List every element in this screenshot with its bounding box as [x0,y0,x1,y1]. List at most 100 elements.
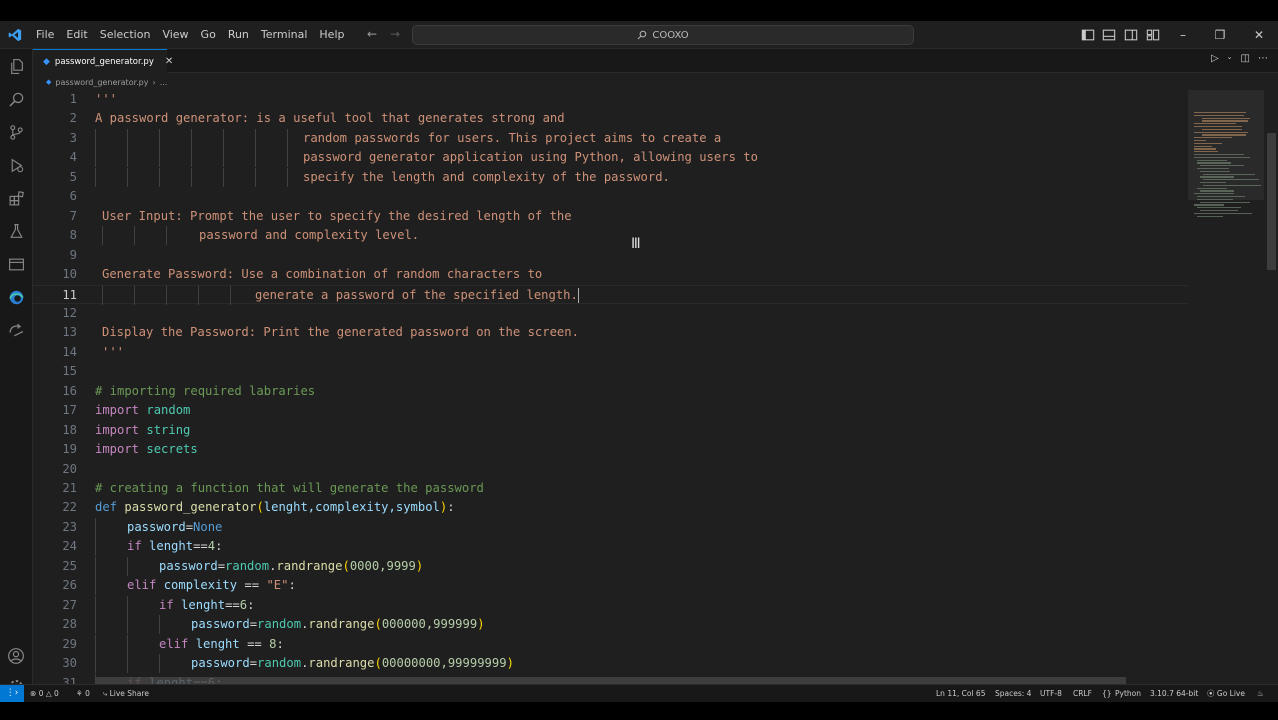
line-number: 24 [62,539,77,554]
status-bar: ⋮› ⊗ 0 △ 0 ⚘ 0 ⤷ Live Share Ln 11, Col 6… [0,684,1278,702]
end-of-line[interactable]: CRLF [1073,685,1092,702]
function-call: randrange [308,617,375,632]
function-call: randrange [308,656,375,671]
paren: ( [374,656,382,671]
testing-icon[interactable] [6,221,26,241]
code-line: 17 import random [33,401,1188,420]
live-share-status[interactable]: ⤷ Live Share [103,685,149,702]
menu-run[interactable]: Run [222,21,255,49]
vertical-scrollbar[interactable] [1267,133,1276,270]
menu-view[interactable]: View [156,21,194,49]
language-mode[interactable]: Python [1115,685,1141,702]
line-number: 17 [62,403,77,418]
command-center-label: COOXO [652,29,689,41]
code-line-current: 11 generate a password of the specified l… [33,284,1188,305]
mouse-ibeam-cursor-icon: Ⅲ [631,236,641,252]
code-line: 9 [33,246,1188,265]
ports-icon: ⚘ [76,689,83,698]
number-literal: 00000000,99999999 [381,656,507,671]
docstring-text: User Input: Prompt the user to specify t… [102,208,572,223]
close-window-icon[interactable]: ✕ [1249,25,1269,45]
keyword-def: def [95,500,118,515]
notifications-bell-icon[interactable]: ♨ [1257,685,1264,702]
menu-go[interactable]: Go [195,21,222,49]
close-tab-icon[interactable]: ✕ [165,56,173,67]
docstring-text: ''' [102,344,125,359]
run-dropdown-icon[interactable]: ⌄ [1227,53,1233,64]
edge-icon[interactable] [6,287,26,307]
run-python-file-icon[interactable]: ▷ [1211,53,1219,64]
minimap-line [1194,123,1236,125]
line-number: 19 [62,442,77,457]
source-control-icon[interactable] [6,122,26,142]
variable: lenght [181,597,226,612]
remote-explorer-icon[interactable] [6,254,26,274]
code-line: 7 User Input: Prompt the user to specify … [33,207,1188,226]
python-interpreter[interactable]: 3.10.7 64-bit [1150,685,1198,702]
code-line: 12 [33,304,1188,323]
minimap-line [1197,198,1233,200]
variable: lenght [195,636,240,651]
line-number: 1 [69,92,77,106]
module-name: string [146,422,191,437]
minimize-icon[interactable]: – [1173,25,1193,45]
menu-edit[interactable]: Edit [60,21,93,49]
module-name: random [225,558,270,573]
number-literal: 0000,9999 [349,558,416,573]
operator: == [237,578,267,593]
minimap-line [1194,156,1250,158]
breadcrumb-file[interactable]: password_generator.py [55,78,148,87]
line-number: 2 [69,111,77,126]
search-icon [637,30,647,40]
ports-indicator[interactable]: ⚘ 0 [76,685,90,702]
variable: password [127,519,186,534]
account-icon[interactable] [6,646,26,666]
menu-selection[interactable]: Selection [94,21,157,49]
live-share-icon[interactable] [6,320,26,340]
toggle-secondary-sidebar-icon[interactable] [1124,28,1138,42]
minimap-line [1200,201,1250,203]
encoding[interactable]: UTF-8 [1040,685,1062,702]
number-literal: 6 [239,597,248,612]
toggle-panel-icon[interactable] [1102,28,1116,42]
search-icon[interactable] [6,89,26,109]
more-actions-icon[interactable]: ⋯ [1258,53,1268,64]
operator: = [217,558,226,573]
language-brackets-icon[interactable]: {} [1102,685,1112,702]
minimap-line [1194,140,1206,142]
back-arrow-icon[interactable]: ← [367,27,377,41]
command-center-search[interactable]: COOXO [412,25,914,45]
line-number: 22 [62,500,77,515]
parameters: lenght,complexity,symbol [263,500,440,515]
customize-layout-icon[interactable] [1146,28,1160,42]
menu-file[interactable]: File [30,21,60,49]
cursor-position[interactable]: Ln 11, Col 65 [936,685,985,702]
minimap-line [1197,196,1245,198]
split-editor-icon[interactable]: ◫ [1241,53,1250,64]
go-live-status[interactable]: ⦿ Go Live [1207,685,1245,702]
tab-password-generator[interactable]: ◆ password_generator.py ✕ [33,49,173,73]
text-cursor [577,287,580,303]
toggle-primary-sidebar-icon[interactable] [1081,28,1095,42]
remote-indicator-icon[interactable]: ⋮› [0,685,24,702]
run-debug-icon[interactable] [6,155,26,175]
menu-terminal[interactable]: Terminal [255,21,314,49]
live-share-icon: ⤷ [103,689,108,698]
horizontal-scrollbar[interactable] [96,677,1126,684]
problems-indicator[interactable]: ⊗ 0 △ 0 [30,685,59,702]
menu-help[interactable]: Help [313,21,350,49]
forward-arrow-icon[interactable]: → [390,27,400,41]
files-icon[interactable] [6,56,26,76]
breadcrumb-more[interactable]: ... [160,78,168,87]
restore-icon[interactable]: ❐ [1210,25,1230,45]
colon: : [276,636,284,651]
code-comment: # importing required labraries [95,383,316,398]
extensions-icon[interactable] [6,188,26,208]
colon: : [288,578,296,593]
operator: == [239,636,270,651]
indentation[interactable]: Spaces: 4 [995,685,1031,702]
minimap[interactable] [1188,90,1264,684]
minimap-line [1203,184,1261,186]
code-editor[interactable]: 1 ''' 2 A password generator: is a useful … [33,90,1188,684]
vscode-logo-icon [0,21,30,49]
